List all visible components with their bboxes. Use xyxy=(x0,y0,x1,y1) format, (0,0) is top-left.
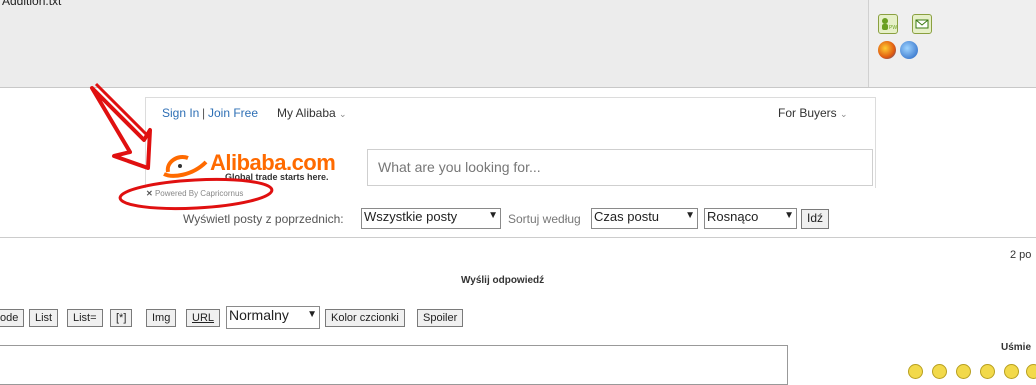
go-button[interactable]: Idź xyxy=(801,209,830,229)
confused-icon[interactable] xyxy=(1004,364,1019,379)
user-profile-panel: PW xyxy=(868,0,1036,87)
url-button[interactable]: URL xyxy=(186,309,221,327)
posts-filter-label: Wyświetl posty z poprzednich: xyxy=(183,212,344,226)
posts-period-value: Wszystkie posty xyxy=(364,209,458,224)
for-buyers-menu[interactable]: For Buyers ⌄ xyxy=(778,106,848,120)
img-button[interactable]: Img xyxy=(146,309,177,327)
grin-icon[interactable] xyxy=(956,364,971,379)
font-size-select[interactable]: Normalny ▼ xyxy=(226,306,320,329)
spoiler-button[interactable]: Spoiler xyxy=(417,309,464,327)
smile-icon[interactable] xyxy=(908,364,923,379)
font-size-value: Normalny xyxy=(229,307,289,323)
code-button[interactable]: ode xyxy=(0,309,25,327)
chevron-down-icon: ▼ xyxy=(488,210,498,221)
message-textarea[interactable] xyxy=(0,345,788,385)
sort-order-select[interactable]: Rosnąco ▼ xyxy=(704,208,797,229)
my-alibaba-menu[interactable]: My Alibaba ⌄ xyxy=(277,106,347,120)
chevron-down-icon: ▼ xyxy=(784,210,794,221)
reply-title: Wyślij odpowiedź xyxy=(461,275,545,286)
sort-order-value: Rosnąco xyxy=(707,209,759,224)
windows-7-icon xyxy=(900,41,918,59)
sort-field-select[interactable]: Czas postu ▼ xyxy=(591,208,698,229)
page-count: 2 po xyxy=(1010,249,1032,261)
red-arrow-annotation xyxy=(90,82,274,211)
sort-field-value: Czas postu xyxy=(594,209,660,224)
sort-label: Sortuj według xyxy=(508,212,581,226)
chevron-down-icon: ▼ xyxy=(307,309,317,320)
chevron-down-icon: ⌄ xyxy=(840,109,848,119)
email-icon[interactable] xyxy=(912,14,932,34)
laugh-icon[interactable] xyxy=(980,364,995,379)
list-ordered-button[interactable]: List= xyxy=(67,309,103,327)
list-button[interactable]: List xyxy=(29,309,59,327)
font-color-button[interactable]: Kolor czcionki xyxy=(325,309,405,327)
wink-icon[interactable] xyxy=(932,364,947,379)
smilies-title: Uśmie xyxy=(1001,342,1032,353)
firefox-icon xyxy=(878,41,896,59)
chevron-down-icon: ▼ xyxy=(685,210,695,221)
chevron-down-icon: ⌄ xyxy=(339,109,347,119)
cool-icon[interactable] xyxy=(1026,364,1036,379)
list-item-button[interactable]: [*] xyxy=(110,309,133,327)
private-message-icon[interactable]: PW xyxy=(878,14,898,34)
alibaba-search-input[interactable]: What are you looking for... xyxy=(367,149,873,186)
attachment-filename[interactable]: Addition.txt xyxy=(2,0,61,8)
svg-text:PW: PW xyxy=(889,25,897,31)
posts-period-select[interactable]: Wszystkie posty ▼ xyxy=(361,208,501,229)
for-buyers-label: For Buyers xyxy=(778,106,837,120)
divider xyxy=(0,237,1036,238)
